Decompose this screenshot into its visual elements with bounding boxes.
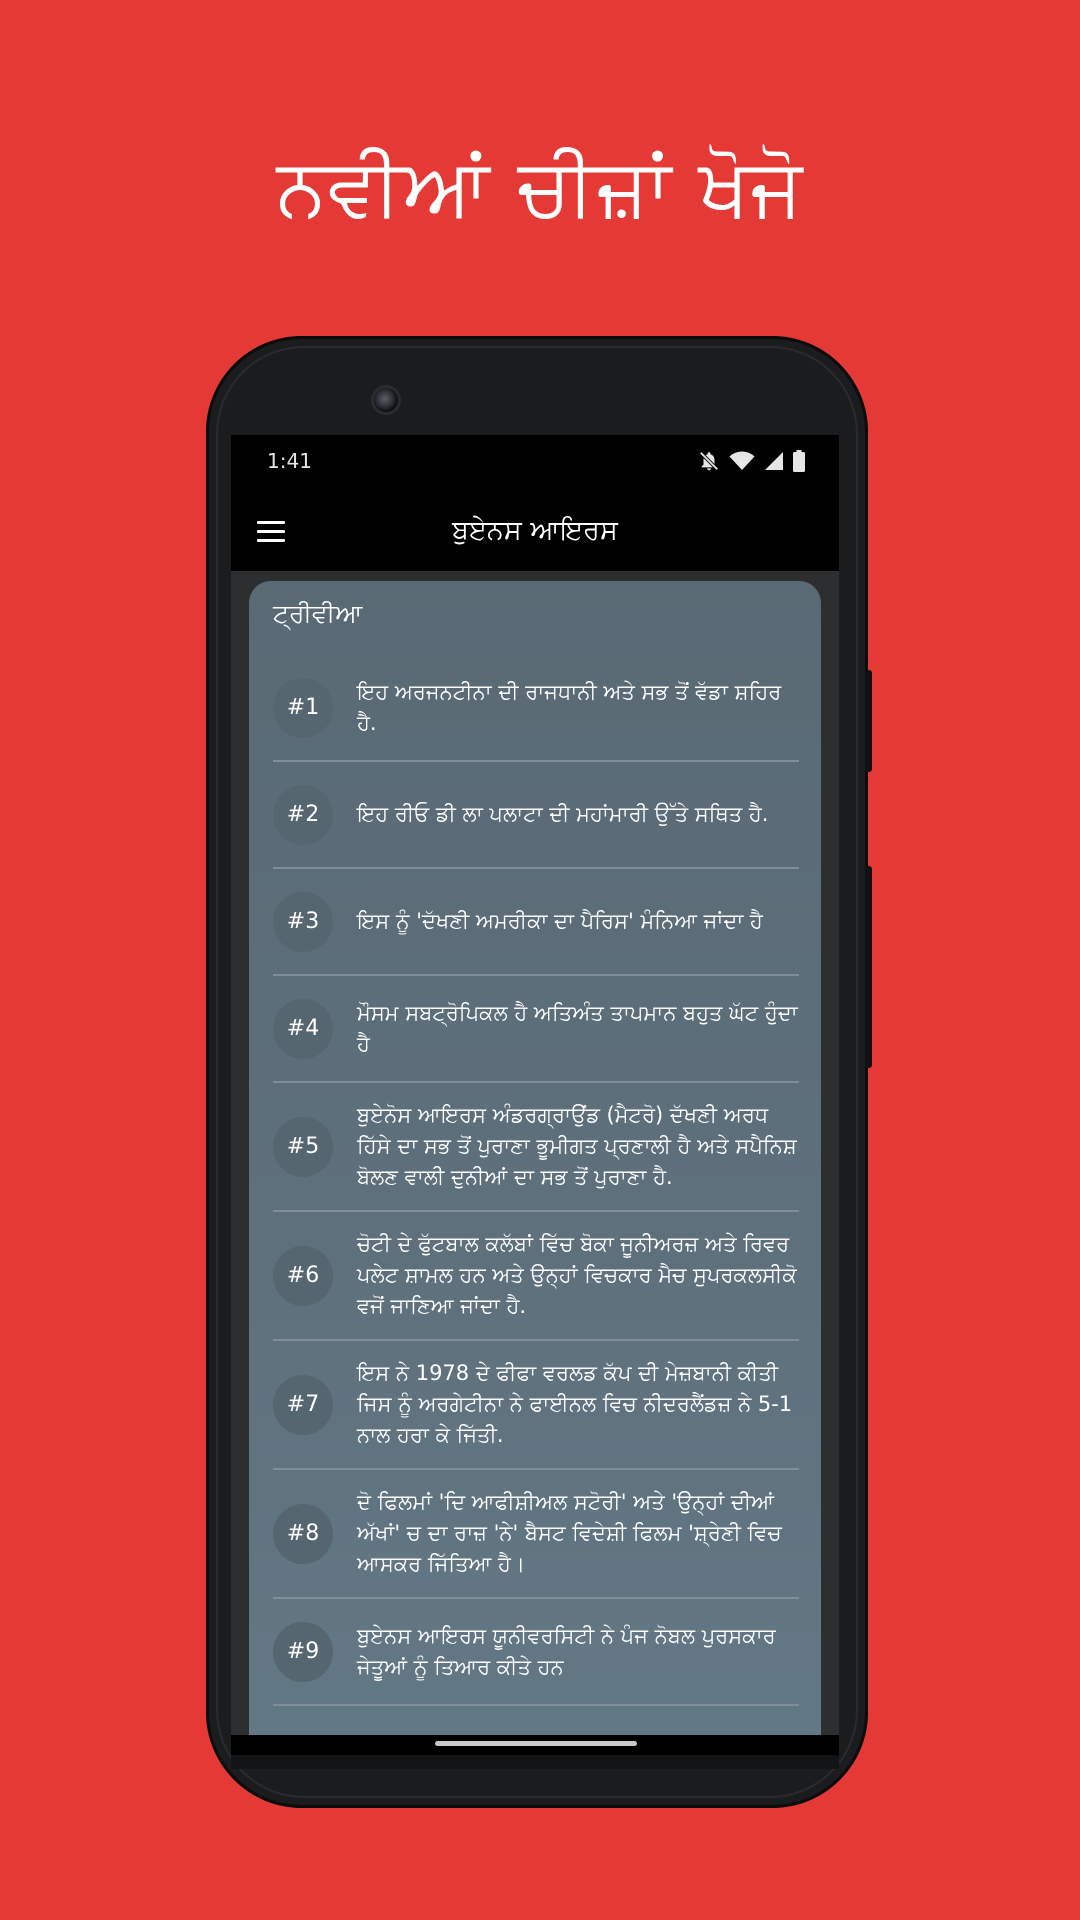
trivia-text: ਇਸ ਨੂੰ 'ਦੱਖਣੀ ਅਮਰੀਕਾ ਦਾ ਪੈਰਿਸ' ਮੰਨਿਆ ਜਾਂ… bbox=[357, 909, 763, 933]
front-camera bbox=[374, 388, 398, 412]
trivia-text: ਇਹ ਅਰਜਨਟੀਨਾ ਦੀ ਰਾਜਧਾਨੀ ਅਤੇ ਸਭ ਤੋਂ ਵੱਡਾ ਸ… bbox=[357, 679, 782, 735]
status-time: 1:41 bbox=[267, 449, 312, 473]
trivia-item[interactable]: #1 ਇਹ ਅਰਜਨਟੀਨਾ ਦੀ ਰਾਜਧਾਨੀ ਅਤੇ ਸਭ ਤੋਂ ਵੱਡ… bbox=[273, 655, 799, 762]
trivia-number: #7 bbox=[273, 1374, 333, 1435]
trivia-number: #3 bbox=[273, 891, 333, 952]
trivia-item[interactable]: #3 ਇਸ ਨੂੰ 'ਦੱਖਣੀ ਅਮਰੀਕਾ ਦਾ ਪੈਰਿਸ' ਮੰਨਿਆ … bbox=[273, 869, 799, 976]
wifi-icon bbox=[729, 451, 755, 471]
content-area[interactable]: ਟ੍ਰੀਵੀਆ #1 ਇਹ ਅਰਜਨਟੀਨਾ ਦੀ ਰਾਜਧਾਨੀ ਅਤੇ ਸਭ… bbox=[231, 571, 839, 1755]
status-icons bbox=[698, 449, 805, 473]
promo-headline: ਨਵੀਆਂ ਚੀਜ਼ਾਂ ਖੋਜੋ bbox=[276, 141, 804, 234]
trivia-text: ਬੁਏਨੋਸ ਆਇਰਸ ਅੰਡਰਗ੍ਰਾਉਂਡ (ਮੈਟਰੋ) ਦੱਖਣੀ ਅਰ… bbox=[357, 1103, 797, 1189]
navigation-bar bbox=[231, 1735, 839, 1755]
app-title: ਬੁਏਨਸ ਆਇਰਸ bbox=[452, 515, 618, 546]
trivia-number: #9 bbox=[273, 1621, 333, 1682]
bell-off-icon bbox=[698, 450, 720, 472]
hamburger-menu-icon[interactable] bbox=[247, 507, 295, 555]
trivia-text: ਬੁਏਨਸ ਆਇਰਸ ਯੂਨੀਵਰਸਿਟੀ ਨੇ ਪੰਜ ਨੋਬਲ ਪੁਰਸਕਾ… bbox=[357, 1623, 776, 1679]
trivia-text: ਚੋਟੀ ਦੇ ਫੁੱਟਬਾਲ ਕਲੱਬਾਂ ਵਿੱਚ ਬੋਕਾ ਜੂਨੀਅਰਜ… bbox=[357, 1232, 797, 1318]
trivia-item[interactable]: #2 ਇਹ ਰੀਓ ਡੀ ਲਾ ਪਲਾਟਾ ਦੀ ਮਹਾਂਮਾਰੀ ਉੱਤੇ ਸ… bbox=[273, 762, 799, 869]
status-bar: 1:41 bbox=[231, 435, 839, 491]
phone-bottom-bezel bbox=[231, 1755, 839, 1769]
trivia-card: ਟ੍ਰੀਵੀਆ #1 ਇਹ ਅਰਜਨਟੀਨਾ ਦੀ ਰਾਜਧਾਨੀ ਅਤੇ ਸਭ… bbox=[249, 581, 821, 1755]
battery-icon bbox=[793, 450, 805, 472]
trivia-item[interactable]: #7 ਇਸ ਨੇ 1978 ਦੇ ਫੀਫਾ ਵਰਲਡ ਕੱਪ ਦੀ ਮੇਜ਼ਬਾ… bbox=[273, 1341, 799, 1470]
trivia-number: #6 bbox=[273, 1245, 333, 1306]
trivia-number: #4 bbox=[273, 998, 333, 1059]
phone-frame: 1:41 ਬੁਏਨਸ ਆਇਰਸ ਟ੍ਰੀਵੀਆ #1 ਇਹ ਅਰਜਨਟੀਨਾ ਦ… bbox=[206, 336, 872, 1808]
phone-screen: 1:41 ਬੁਏਨਸ ਆਇਰਸ ਟ੍ਰੀਵੀਆ #1 ਇਹ ਅਰਜਨਟੀਨਾ ਦ… bbox=[231, 435, 839, 1755]
trivia-list: #1 ਇਹ ਅਰਜਨਟੀਨਾ ਦੀ ਰਾਜਧਾਨੀ ਅਤੇ ਸਭ ਤੋਂ ਵੱਡ… bbox=[273, 655, 799, 1706]
trivia-item[interactable]: #6 ਚੋਟੀ ਦੇ ਫੁੱਟਬਾਲ ਕਲੱਬਾਂ ਵਿੱਚ ਬੋਕਾ ਜੂਨੀ… bbox=[273, 1212, 799, 1341]
trivia-number: #5 bbox=[273, 1116, 333, 1177]
trivia-item[interactable]: #4 ਮੌਸਮ ਸਬਟ੍ਰੋਪਿਕਲ ਹੈ ਅਤਿਅੰਤ ਤਾਪਮਾਨ ਬਹੁਤ… bbox=[273, 976, 799, 1083]
phone-side-button bbox=[865, 670, 872, 772]
trivia-number: #8 bbox=[273, 1503, 333, 1564]
home-gesture-handle[interactable] bbox=[435, 1741, 637, 1746]
trivia-text: ਦੋ ਫਿਲਮਾਂ 'ਦਿ ਆਫੀਸ਼ੀਅਲ ਸਟੋਰੀ' ਅਤੇ 'ਉਨ੍ਹਾ… bbox=[357, 1490, 782, 1576]
card-title: ਟ੍ਰੀਵੀਆ bbox=[273, 599, 363, 628]
trivia-number: #1 bbox=[273, 677, 333, 738]
trivia-text: ਇਸ ਨੇ 1978 ਦੇ ਫੀਫਾ ਵਰਲਡ ਕੱਪ ਦੀ ਮੇਜ਼ਬਾਨੀ … bbox=[357, 1361, 793, 1447]
trivia-item[interactable]: #9 ਬੁਏਨਸ ਆਇਰਸ ਯੂਨੀਵਰਸਿਟੀ ਨੇ ਪੰਜ ਨੋਬਲ ਪੁਰ… bbox=[273, 1599, 799, 1706]
signal-icon bbox=[764, 451, 784, 471]
trivia-item[interactable]: #5 ਬੁਏਨੋਸ ਆਇਰਸ ਅੰਡਰਗ੍ਰਾਉਂਡ (ਮੈਟਰੋ) ਦੱਖਣੀ… bbox=[273, 1083, 799, 1212]
trivia-number: #2 bbox=[273, 784, 333, 845]
trivia-text: ਮੌਸਮ ਸਬਟ੍ਰੋਪਿਕਲ ਹੈ ਅਤਿਅੰਤ ਤਾਪਮਾਨ ਬਹੁਤ ਘੱ… bbox=[357, 1000, 798, 1056]
trivia-text: ਇਹ ਰੀਓ ਡੀ ਲਾ ਪਲਾਟਾ ਦੀ ਮਹਾਂਮਾਰੀ ਉੱਤੇ ਸਥਿਤ… bbox=[357, 802, 769, 826]
app-bar: ਬੁਏਨਸ ਆਇਰਸ bbox=[231, 491, 839, 571]
trivia-item[interactable]: #8 ਦੋ ਫਿਲਮਾਂ 'ਦਿ ਆਫੀਸ਼ੀਅਲ ਸਟੋਰੀ' ਅਤੇ 'ਉਨ… bbox=[273, 1470, 799, 1599]
phone-side-button bbox=[865, 866, 872, 1068]
